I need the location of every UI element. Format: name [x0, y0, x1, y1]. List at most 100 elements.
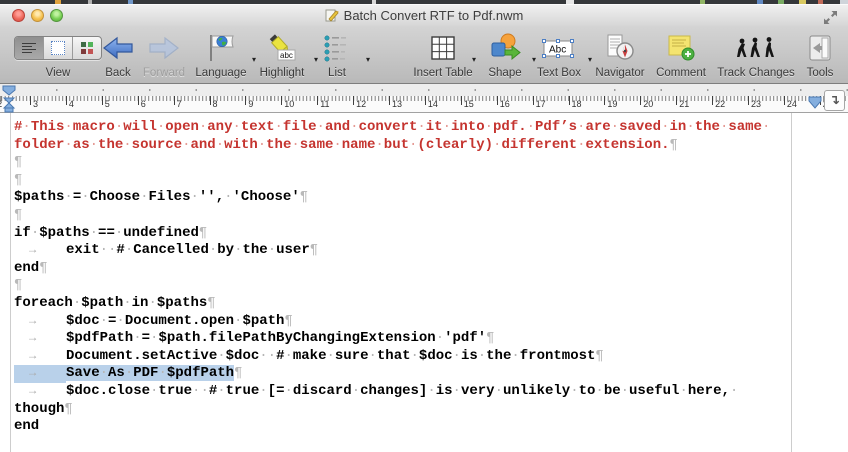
highlight-icon: abc ▾ — [252, 30, 312, 66]
toolbar-button-tools[interactable]: Tools — [798, 30, 842, 82]
code-line[interactable]: #·This·macro·will·open·any·text·file·and… — [14, 119, 848, 137]
ruler-tick — [210, 96, 211, 105]
code-text: end — [14, 260, 39, 276]
ruler-number: 4 — [69, 99, 74, 109]
code-text: exit··#·Cancelled·by·the·user — [66, 242, 310, 258]
pilcrow-invisible-glyph: ¶ — [14, 154, 22, 170]
forward-icon — [140, 30, 188, 66]
page-view-segment[interactable] — [44, 37, 73, 59]
title-bar[interactable]: Batch Convert RTF to Pdf.nwm — [0, 4, 848, 26]
tab-invisible-glyph: → — [14, 383, 66, 401]
tab-type-selector[interactable]: ↴ — [824, 90, 845, 111]
ruler-tick — [245, 96, 246, 105]
toolbar-label-insert-table: Insert Table — [398, 67, 488, 79]
code-line[interactable]: ¶ — [14, 277, 848, 295]
code-line[interactable]: $paths·=·Choose·Files·'',·'Choose'¶ — [14, 189, 848, 207]
toolbar-button-list[interactable]: ▾ List — [312, 30, 362, 82]
code-line[interactable]: if·$paths·==·undefined¶ — [14, 225, 848, 243]
right-indent-marker[interactable] — [808, 96, 822, 114]
ruler-number: 23 — [751, 99, 761, 109]
code-line[interactable]: end¶ — [14, 260, 848, 278]
code-text: $pdfPath·=·$path.filePathByChangingExten… — [66, 330, 486, 346]
ruler[interactable]: 2345678910111213141516171819202122232425… — [0, 84, 848, 113]
ruler-tick — [353, 96, 354, 105]
tab-invisible-glyph: → — [14, 330, 66, 348]
toolbar-label-text-box: Text Box — [528, 67, 590, 79]
toolbar-button-text-box[interactable]: Abc ▾ Text Box — [528, 30, 590, 82]
toolbar-label-navigator: Navigator — [588, 67, 652, 79]
ruler-tick — [712, 96, 713, 105]
code-line[interactable]: ¶ — [14, 154, 848, 172]
ruler-number: 18 — [572, 99, 582, 109]
toolbar-button-back[interactable]: Back — [96, 30, 140, 82]
toolbar-label-tools: Tools — [798, 67, 842, 79]
code-line[interactable]: →Save·As·PDF·$pdfPath¶ — [14, 365, 848, 383]
pilcrow-invisible-glyph: ¶ — [284, 313, 292, 329]
pilcrow-invisible-glyph: ¶ — [14, 172, 22, 188]
ruler-number: 7 — [177, 99, 182, 109]
ruler-tick — [102, 96, 103, 105]
toolbar: View Back Forward — [0, 26, 848, 84]
navigator-icon — [588, 30, 652, 66]
toolbar-button-insert-table[interactable]: ▾ Insert Table — [398, 30, 488, 82]
toolbar-button-forward[interactable]: Forward — [140, 30, 188, 82]
toolbar-label-comment: Comment — [650, 67, 712, 79]
ruler-tick — [281, 96, 282, 105]
ruler-tick — [604, 96, 605, 105]
pilcrow-invisible-glyph: ¶ — [234, 365, 242, 381]
code-text: if·$paths·==·undefined — [14, 225, 199, 241]
ruler-number: 19 — [607, 99, 617, 109]
code-line[interactable]: ¶ — [14, 172, 848, 190]
ruler-tick — [317, 96, 318, 105]
window-title: Batch Convert RTF to Pdf.nwm — [344, 8, 524, 23]
tools-icon — [798, 30, 842, 66]
toolbar-button-language[interactable]: ▾ Language — [190, 30, 252, 82]
code-text: though — [14, 401, 64, 417]
code-line[interactable]: →exit··#·Cancelled·by·the·user¶ — [14, 242, 848, 260]
toolbar-button-shape[interactable]: ▾ Shape — [478, 30, 532, 82]
code-line[interactable]: though¶ — [14, 401, 848, 419]
toolbar-label-track-changes: Track Changes — [712, 67, 800, 79]
toolbar-label-language: Language — [190, 67, 252, 79]
code-text: $paths·=·Choose·Files·'',·'Choose' — [14, 189, 300, 205]
ruler-tick — [30, 96, 31, 105]
window-title-area: Batch Convert RTF to Pdf.nwm — [0, 8, 848, 25]
pilcrow-invisible-glyph: ¶ — [39, 260, 47, 276]
ruler-scale[interactable]: 2345678910111213141516171819202122232425 — [0, 96, 848, 112]
toolbar-button-highlight[interactable]: abc ▾ Highlight — [252, 30, 312, 82]
editor-content[interactable]: #·This·macro·will·open·any·text·file·and… — [0, 113, 848, 452]
code-line[interactable]: foreach·$path·in·$paths¶ — [14, 295, 848, 313]
toolbar-label-highlight: Highlight — [252, 67, 312, 79]
chevron-down-icon: ▾ — [366, 55, 370, 64]
code-line[interactable]: →$pdfPath·=·$path.filePathByChangingExte… — [14, 330, 848, 348]
code-line[interactable]: →$doc·=·Document.open·$path¶ — [14, 313, 848, 331]
shape-icon: ▾ — [478, 30, 532, 66]
toolbar-view-control[interactable]: View — [12, 30, 104, 82]
ruler-number: 12 — [356, 99, 366, 109]
ruler-tick — [138, 96, 139, 105]
ruler-number: 16 — [500, 99, 510, 109]
code-line[interactable]: ¶ — [14, 207, 848, 225]
comment-text: folder·as·the·source·and·with·the·same·n… — [14, 137, 670, 153]
tab-stop-strip[interactable] — [0, 84, 848, 96]
code-text: Document.setActive·$doc··#·make·sure·tha… — [66, 348, 595, 364]
ruler-tick — [640, 96, 641, 105]
toolbar-label-forward: Forward — [140, 67, 188, 79]
toolbar-button-navigator[interactable]: Navigator — [588, 30, 652, 82]
code-line[interactable]: →Document.setActive·$doc··#·make·sure·th… — [14, 348, 848, 366]
code-line[interactable]: folder·as·the·source·and·with·the·same·n… — [14, 137, 848, 155]
view-segmented-icon — [12, 30, 104, 66]
ruler-tick — [497, 96, 498, 105]
editor-lines[interactable]: #·This·macro·will·open·any·text·file·and… — [14, 119, 848, 436]
ruler-number: 21 — [679, 99, 689, 109]
toolbar-label-shape: Shape — [478, 67, 532, 79]
code-line[interactable]: end — [14, 418, 848, 436]
tab-invisible-glyph: → — [14, 313, 66, 331]
code-text: $doc·=·Document.open·$path — [66, 313, 284, 329]
draft-view-segment[interactable] — [15, 37, 44, 59]
toolbar-button-comment[interactable]: Comment — [650, 30, 712, 82]
toolbar-button-track-changes[interactable]: Track Changes — [712, 30, 800, 82]
ruler-number: 15 — [464, 99, 474, 109]
code-line[interactable]: →$doc.close·true··#·true·[=·discard·chan… — [14, 383, 848, 401]
pilcrow-invisible-glyph: ¶ — [486, 330, 494, 346]
